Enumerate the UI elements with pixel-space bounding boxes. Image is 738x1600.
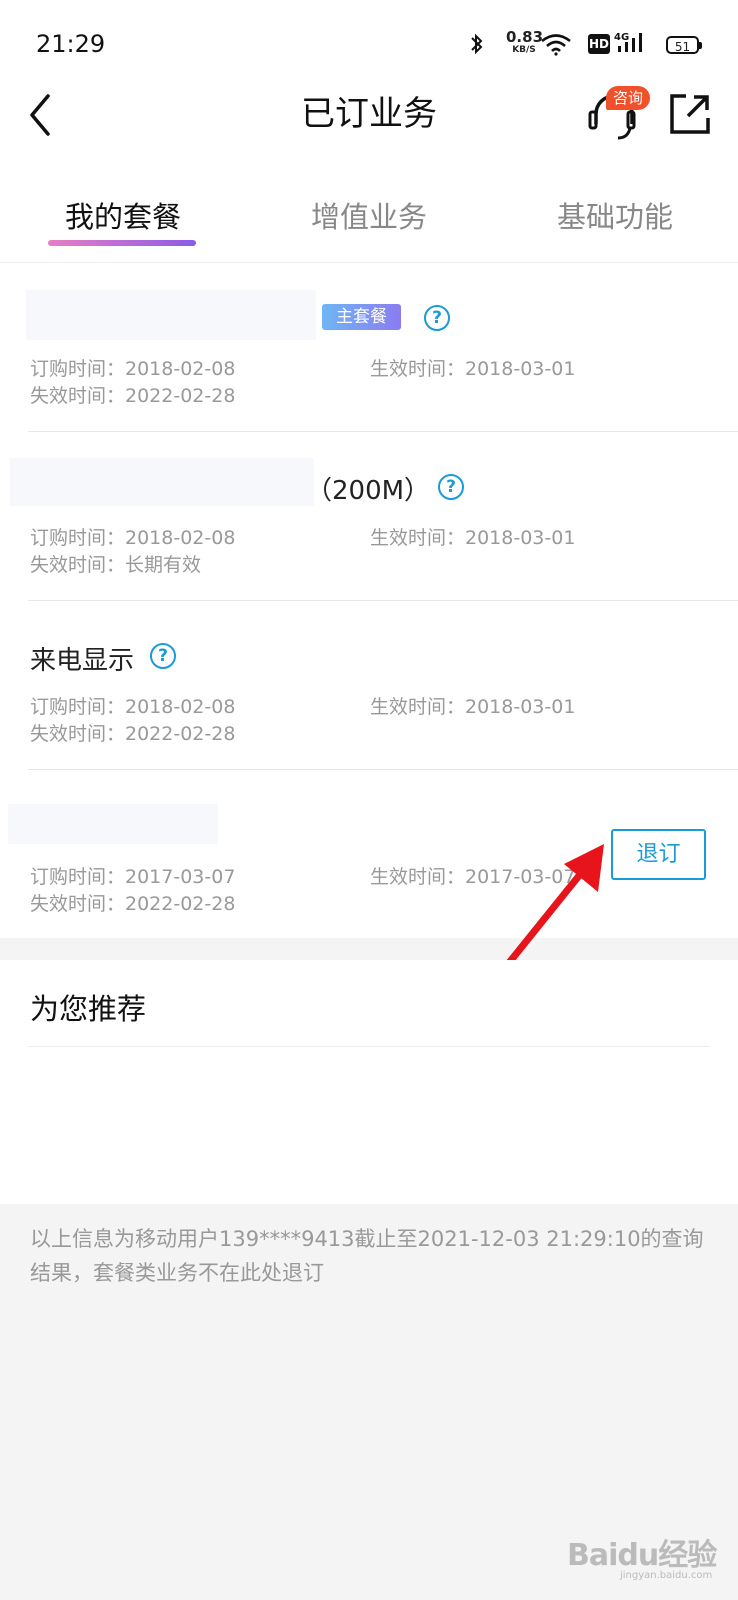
item-divider [28,431,738,432]
tab-bar: 我的套餐 增值业务 基础功能 [0,180,738,260]
order-time: 订购时间：2017-03-07 [30,866,236,888]
active-tab-indicator [48,240,196,246]
unsubscribe-button[interactable]: 退订 [611,829,706,880]
main-package-tag: 主套餐 [322,304,401,330]
status-time: 21:29 [36,30,106,58]
order-time: 订购时间：2018-02-08 [30,696,236,718]
expire-time: 失效时间：2022-02-28 [30,723,236,745]
item-divider [28,600,738,601]
order-time: 订购时间：2018-02-08 [30,527,236,549]
redacted-name [26,290,316,340]
tab-value-added[interactable]: 增值业务 [246,194,492,236]
effective-time: 生效时间：2018-03-01 [370,696,576,718]
tab-basic-functions[interactable]: 基础功能 [492,194,738,236]
wifi-icon [541,34,571,56]
hd-icon: HD [588,34,610,54]
redacted-name [8,804,218,844]
help-icon[interactable]: ? [438,474,464,500]
help-icon[interactable]: ? [150,643,176,669]
recommend-section: 为您推荐 [0,960,738,1204]
bluetooth-icon [471,33,483,55]
share-icon[interactable] [668,92,712,136]
status-bar: 21:29 0.83 KB/S HD 4G 51 [0,0,738,80]
red-arrow-annotation [504,844,604,968]
redacted-name [10,458,314,506]
effective-time: 生效时间：2018-03-01 [370,358,576,380]
item-divider [28,769,738,770]
tabs-divider [0,262,738,263]
tab-my-package[interactable]: 我的套餐 [0,194,246,236]
watermark-logo: Baidu经验 [567,1538,717,1573]
item-name: （200M） [306,476,431,506]
recommend-divider [28,1046,710,1047]
signal-icon: 4G [614,32,642,52]
effective-time: 生效时间：2018-03-01 [370,527,576,549]
signal-label: 4G [614,32,629,43]
order-time: 订购时间：2018-02-08 [30,358,236,380]
expire-time: 失效时间：2022-02-28 [30,385,236,407]
footer-note: 以上信息为移动用户139****9413截止至2021-12-03 21:29:… [30,1227,704,1285]
expire-time: 失效时间：长期有效 [30,554,202,576]
watermark-url: jingyan.baidu.com [620,1570,713,1581]
item-name: 来电显示 [30,646,135,676]
consult-badge[interactable]: 咨询 [606,86,651,110]
battery-icon: 51 [666,36,702,54]
expire-time: 失效时间：2022-02-28 [30,893,236,915]
network-speed: 0.83 KB/S [506,28,544,55]
help-icon[interactable]: ? [424,305,450,331]
recommend-title: 为您推荐 [30,992,147,1026]
